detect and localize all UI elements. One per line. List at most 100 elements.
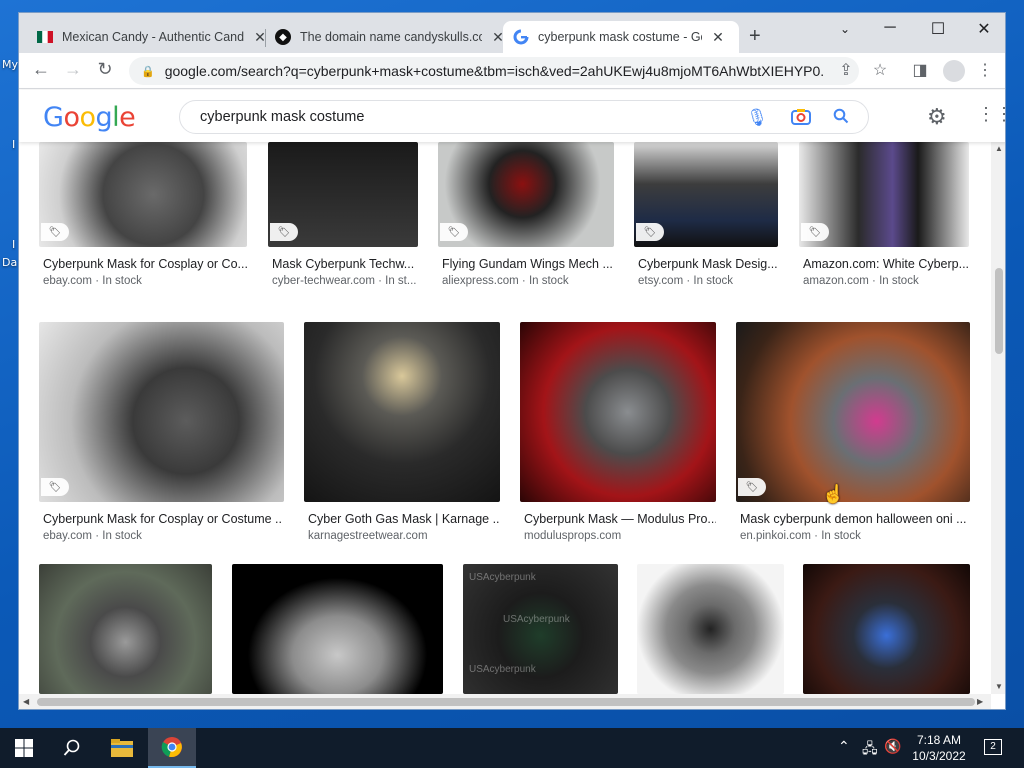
tab-search-icon[interactable]: ⌄	[830, 22, 860, 36]
desktop-icon-label[interactable]: My	[2, 58, 18, 71]
image-result[interactable]: 🏷 Cyberpunk Mask for Cosplay or Co... eb…	[39, 142, 249, 292]
search-input[interactable]: cyberpunk mask costume 🎙	[179, 100, 869, 134]
result-thumbnail[interactable]: 🏷	[39, 322, 284, 502]
search-icon[interactable]	[48, 728, 96, 768]
scroll-down-arrow-icon[interactable]: ▼	[995, 682, 1003, 691]
result-thumbnail[interactable]: 🏷	[39, 142, 247, 247]
chrome-taskbar-icon[interactable]	[148, 728, 196, 768]
result-title[interactable]: Cyberpunk Mask for Cosplay or Co...	[43, 257, 247, 271]
forward-button[interactable]: →	[61, 59, 85, 80]
bookmark-star-icon[interactable]: ☆	[869, 60, 891, 80]
tab-title: cyberpunk mask costume - Google	[538, 30, 702, 44]
start-button[interactable]	[0, 728, 48, 768]
image-result[interactable]: Cyber Goth Gas Mask | Karnage ... karnag…	[304, 322, 502, 547]
image-result[interactable]: USAcyberpunk USAcyberpunk USAcyberpunk	[463, 564, 619, 694]
scroll-left-arrow-icon[interactable]: ◀	[23, 697, 29, 706]
address-bar[interactable]: 🔒 google.com/search?q=cyberpunk+mask+cos…	[129, 57, 859, 85]
result-source: amazon.com · In stock	[803, 275, 919, 287]
result-thumbnail[interactable]: 🏷	[634, 142, 778, 247]
apps-grid-icon[interactable]: ⋮⋮	[977, 104, 1005, 125]
result-source: aliexpress.com · In stock	[442, 275, 569, 287]
image-result[interactable]	[232, 564, 444, 694]
scroll-up-arrow-icon[interactable]: ▲	[995, 144, 1003, 153]
result-thumbnail[interactable]: 🏷	[736, 322, 970, 502]
search-query: cyberpunk mask costume	[200, 109, 365, 125]
tab-mexican-candy[interactable]: Mexican Candy - Authentic Candy ✕	[27, 21, 278, 53]
side-panel-icon[interactable]: ◨	[909, 60, 931, 80]
tab-title: Mexican Candy - Authentic Candy	[62, 30, 244, 44]
google-g-icon	[513, 29, 529, 45]
network-icon[interactable]: 🖧	[862, 738, 878, 762]
microphone-icon[interactable]: 🎙	[746, 108, 768, 128]
url-text: google.com/search?q=cyberpunk+mask+costu…	[164, 63, 825, 79]
vertical-scroll-thumb[interactable]	[995, 268, 1003, 354]
horizontal-scrollbar[interactable]: ◀ ▶	[19, 694, 991, 709]
image-result[interactable]	[637, 564, 785, 694]
image-result[interactable]: Cyberpunk Mask — Modulus Pro... modulusp…	[520, 322, 718, 547]
google-logo[interactable]: Google	[43, 102, 136, 133]
profile-avatar[interactable]	[943, 60, 965, 82]
result-thumbnail[interactable]	[39, 564, 212, 694]
horizontal-scroll-thumb[interactable]	[37, 698, 975, 706]
tab-title: The domain name candyskulls.com	[300, 30, 482, 44]
image-result[interactable]	[39, 564, 213, 694]
image-result[interactable]: 🏷 Amazon.com: White Cyberp... amazon.com…	[799, 142, 971, 292]
close-window-button[interactable]: ✕	[969, 19, 999, 39]
desktop-icon-label[interactable]: I	[12, 138, 15, 151]
tab-candyskulls[interactable]: ◆ The domain name candyskulls.com ✕	[265, 21, 516, 53]
tab-cyberpunk-search[interactable]: cyberpunk mask costume - Google ✕	[503, 21, 739, 53]
scroll-right-arrow-icon[interactable]: ▶	[977, 697, 983, 706]
back-button[interactable]: ←	[29, 59, 53, 80]
product-tag-icon: 🏷	[636, 223, 664, 241]
minimize-button[interactable]: ─	[875, 19, 905, 37]
chevron-up-icon[interactable]: ⌃	[838, 738, 850, 755]
desktop-icon-label[interactable]: I	[12, 238, 15, 251]
result-title[interactable]: Cyber Goth Gas Mask | Karnage ...	[308, 512, 500, 526]
lock-icon[interactable]: 🔒	[141, 65, 155, 78]
result-thumbnail[interactable]	[304, 322, 500, 502]
image-result[interactable]: 🏷 Cyberpunk Mask for Cosplay or Costume …	[39, 322, 285, 547]
camera-lens-icon[interactable]	[790, 108, 812, 131]
new-tab-button[interactable]: +	[749, 25, 761, 48]
result-thumbnail[interactable]: 🏷	[438, 142, 614, 247]
volume-muted-icon[interactable]: 🔇	[884, 738, 901, 755]
notification-count: 2	[984, 739, 1002, 755]
search-icon[interactable]	[830, 108, 852, 129]
watermark-text: USAcyberpunk	[503, 614, 570, 625]
image-result[interactable]: 🏷 Flying Gundam Wings Mech ... aliexpres…	[438, 142, 616, 292]
file-explorer-icon[interactable]	[98, 728, 146, 768]
desktop-icon-label[interactable]: Da	[2, 256, 17, 269]
system-clock[interactable]: 7:18 AM 10/3/2022	[904, 732, 974, 764]
result-title[interactable]: Cyberpunk Mask Desig...	[638, 257, 778, 271]
image-result[interactable]: 🏷 Mask cyberpunk demon halloween oni ...…	[736, 322, 972, 547]
kebab-menu-icon[interactable]: ⋮	[974, 60, 996, 80]
result-title[interactable]: Mask Cyberpunk Techw...	[272, 257, 418, 271]
maximize-button[interactable]: ☐	[923, 19, 953, 39]
notification-center-icon[interactable]: 2	[984, 736, 1002, 755]
product-tag-icon: 🏷	[41, 223, 69, 241]
result-title[interactable]: Cyberpunk Mask for Cosplay or Costume ..…	[43, 512, 283, 526]
vertical-scrollbar[interactable]: ▲ ▼	[991, 142, 1005, 694]
image-result[interactable]: 🏷 Cyberpunk Mask Desig... etsy.com · In …	[634, 142, 780, 292]
result-thumbnail[interactable]	[520, 322, 716, 502]
share-icon[interactable]: ⇪	[835, 60, 857, 80]
result-source: etsy.com · In stock	[638, 275, 734, 287]
browser-toolbar: ← → ↻ 🔒 google.com/search?q=cyberpunk+ma…	[19, 53, 1005, 89]
result-thumbnail[interactable]	[803, 564, 970, 694]
watermark-text: USAcyberpunk	[469, 572, 536, 583]
image-result[interactable]: 🏷 Mask Cyberpunk Techw... cyber-techwear…	[268, 142, 420, 292]
reload-button[interactable]: ↻	[93, 59, 117, 80]
gear-icon[interactable]: ⚙	[927, 104, 947, 130]
result-title[interactable]: Cyberpunk Mask — Modulus Pro...	[524, 512, 716, 526]
result-thumbnail[interactable]	[232, 564, 443, 694]
image-result[interactable]	[803, 564, 971, 694]
result-title[interactable]: Mask cyberpunk demon halloween oni ...	[740, 512, 970, 526]
result-thumbnail[interactable]: 🏷	[799, 142, 969, 247]
result-title[interactable]: Flying Gundam Wings Mech ...	[442, 257, 614, 271]
result-title[interactable]: Amazon.com: White Cyberp...	[803, 257, 969, 271]
result-thumbnail[interactable]: 🏷	[268, 142, 418, 247]
result-thumbnail[interactable]	[637, 564, 784, 694]
result-thumbnail[interactable]: USAcyberpunk USAcyberpunk USAcyberpunk	[463, 564, 618, 694]
close-tab-icon[interactable]: ✕	[710, 29, 726, 46]
hand-cursor-icon: ☝	[822, 484, 845, 504]
